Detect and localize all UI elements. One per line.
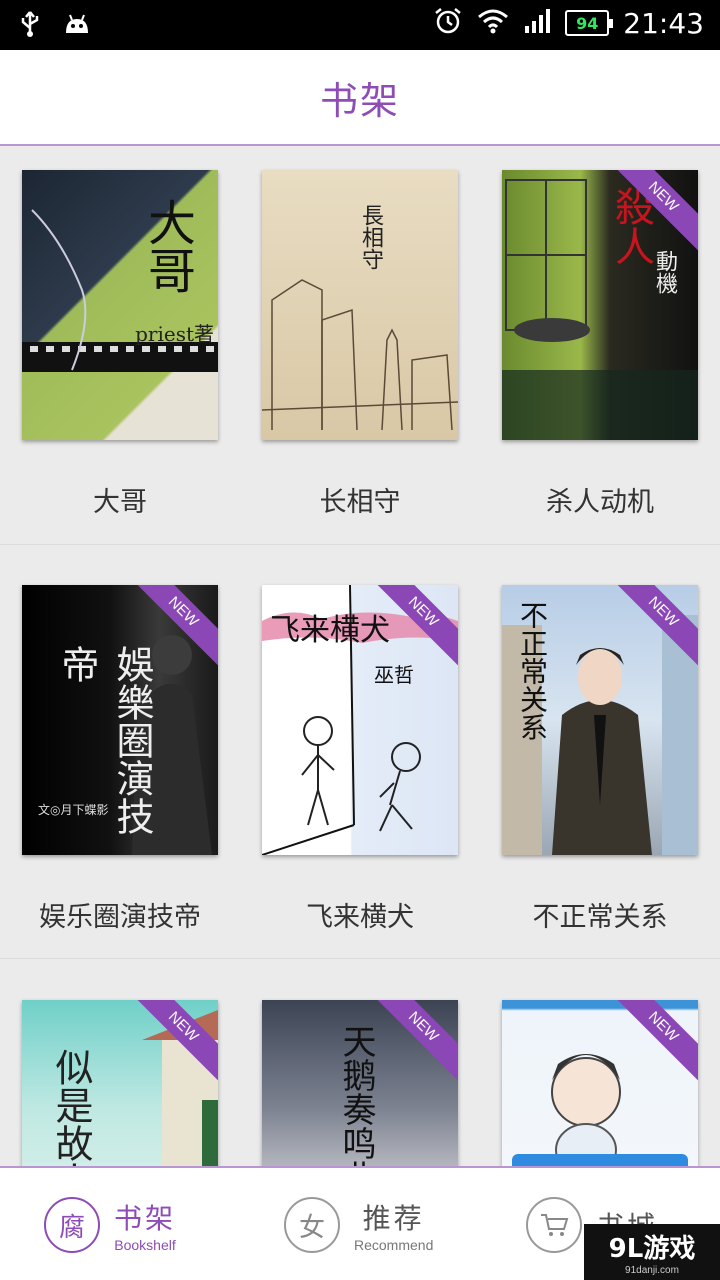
book-cover[interactable]: 似是故人 NEW [22, 1000, 218, 1166]
site-watermark: 9L游戏 91danji.com [584, 1224, 720, 1280]
battery-level: 94 [576, 13, 599, 33]
wifi-icon [477, 8, 509, 38]
cover-title: 似是故人 [49, 1048, 93, 1166]
battery-icon: 94 [565, 10, 614, 36]
book-title: 不正常关系 [532, 902, 668, 933]
book-cover[interactable]: NEW [502, 1000, 698, 1166]
nav-sublabel: Recommend [354, 1237, 434, 1253]
cover-author: 文◎月下蝶影 [38, 803, 109, 817]
watermark-text: 9L游戏 [608, 1234, 696, 1264]
book-cover[interactable]: 大哥 priest著 [22, 170, 218, 440]
usb-icon [18, 10, 42, 42]
cart-icon [526, 1197, 582, 1253]
app-header: 书架 [0, 50, 720, 146]
nav-bookshelf[interactable]: 腐 书架 Bookshelf [44, 1190, 176, 1260]
nav-sublabel: Bookshelf [114, 1237, 176, 1253]
book-cover[interactable]: 天鹅奏鸣曲 NEW [262, 1000, 458, 1166]
cover-title: 娛樂圈演技帝 [55, 645, 154, 835]
cover-title: 天鹅奏鸣曲 [336, 1024, 376, 1166]
status-bar: 94 21:43 [0, 0, 720, 50]
cover-title: 長相守 [358, 204, 383, 270]
book-title: 杀人动机 [546, 487, 654, 518]
book-title: 娱乐圈演技帝 [39, 902, 201, 933]
bookshelf-grid: 大哥 priest著 大哥 長相守 长相守 殺人 動機 NEW 杀人动机 娛樂圈… [0, 146, 720, 1166]
android-icon [64, 13, 90, 39]
signal-icon [523, 8, 551, 38]
row-divider [0, 544, 720, 545]
page-title: 书架 [319, 78, 400, 123]
row-divider [0, 958, 720, 959]
book-title: 大哥 [93, 487, 147, 518]
book-cover[interactable]: 不正常关系 NEW [502, 585, 698, 855]
cover-author: 巫哲 [374, 663, 414, 687]
nav-label: 推荐 [362, 1202, 425, 1235]
clock: 21:43 [623, 6, 704, 40]
nav-recommend[interactable]: 女 推荐 Recommend [284, 1190, 433, 1260]
watermark-url: 91danji.com [625, 1265, 679, 1276]
book-title: 长相守 [319, 487, 401, 518]
book-cover[interactable]: 娛樂圈演技帝 文◎月下蝶影 NEW [22, 585, 218, 855]
cover-title: 大哥 [139, 198, 195, 294]
recommend-icon: 女 [284, 1197, 340, 1253]
bookshelf-icon: 腐 [44, 1197, 100, 1253]
book-cover[interactable]: 長相守 [262, 170, 458, 440]
nav-label: 书架 [114, 1202, 177, 1235]
book-title: 飞来横犬 [306, 902, 414, 933]
cover-title: 飞来横犬 [270, 613, 390, 648]
alarm-icon [433, 6, 463, 40]
cover-title: 不正常关系 [516, 601, 549, 741]
cover-author: priest著 [135, 322, 214, 346]
cover-subtitle: 動機 [652, 250, 677, 294]
book-cover[interactable]: 殺人 動機 NEW [502, 170, 698, 440]
book-cover[interactable]: 飞来横犬 巫哲 NEW [262, 585, 458, 855]
